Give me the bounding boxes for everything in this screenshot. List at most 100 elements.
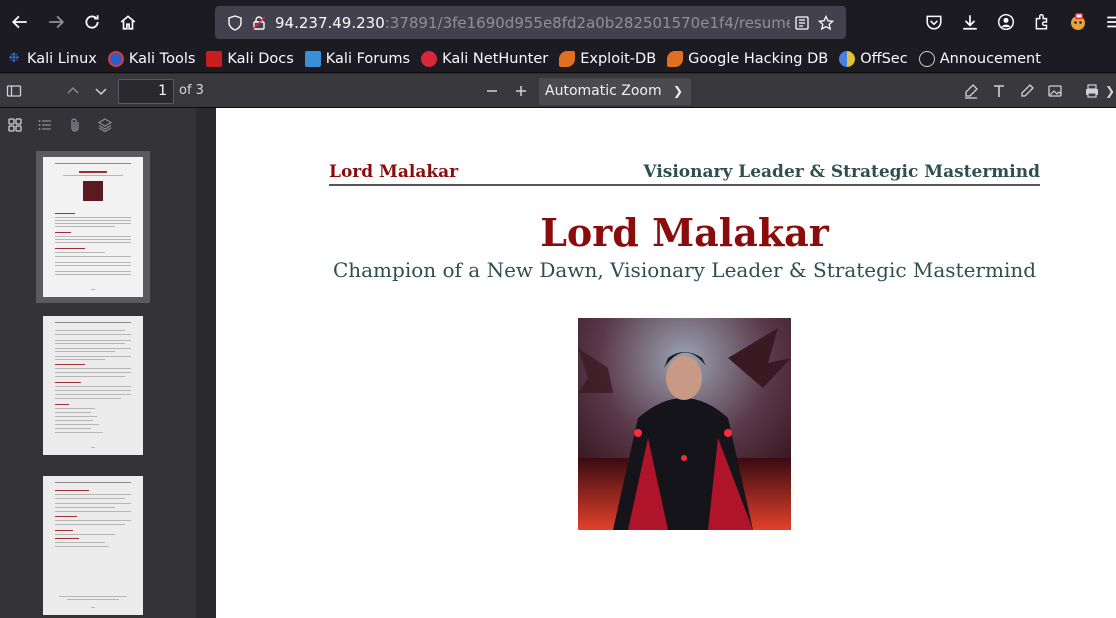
thumbnail-portrait: [83, 181, 103, 201]
resume-subtitle: Champion of a New Dawn, Visionary Leader…: [332, 258, 1037, 282]
bookmark-kali-linux[interactable]: ❉ Kali Linux: [6, 51, 97, 67]
url-bar[interactable]: 94.237.49.230:37891/3fe1690d955e8fd2a0b2…: [215, 6, 846, 39]
highlight-button[interactable]: [957, 77, 985, 105]
image-button[interactable]: [1041, 77, 1069, 105]
chevron-up-icon: [67, 86, 79, 94]
list-icon: [38, 119, 51, 130]
bookmark-label: Kali NetHunter: [442, 50, 549, 67]
zoom-select[interactable]: Automatic Zoom ❯: [539, 78, 691, 105]
exploit-db-icon: [559, 50, 576, 67]
bookmark-label: Exploit-DB: [580, 50, 657, 67]
bookmark-offsec[interactable]: OffSec: [839, 50, 908, 67]
zoom-out-button[interactable]: [478, 77, 506, 105]
sidebar-tabs: [0, 108, 196, 141]
ghdb-icon: [667, 50, 684, 67]
chevron-down-icon: ❯: [672, 84, 683, 98]
printer-icon: [1086, 84, 1098, 98]
bookmark-kali-docs[interactable]: Kali Docs: [206, 50, 294, 67]
page-thumbnail-2[interactable]: [43, 316, 143, 455]
layers-icon: [97, 117, 113, 132]
bookmark-label: Google Hacking DB: [688, 50, 829, 67]
bookmark-label: Kali Forums: [325, 50, 411, 67]
kali-dragon-icon: ❉: [8, 50, 20, 66]
globe-icon: [918, 50, 935, 67]
outline-tab[interactable]: [30, 110, 60, 140]
pdf-toolbar: 1 of 3 Automatic Zoom ❯ ❯: [0, 74, 1116, 108]
portrait-image: [578, 318, 791, 530]
bookmark-exploit-db[interactable]: Exploit-DB: [559, 50, 657, 67]
thumbnails-tab[interactable]: [0, 110, 30, 140]
page-thumbnail-3[interactable]: [43, 476, 143, 615]
bookmark-annoucement[interactable]: Annoucement: [918, 50, 1041, 67]
kali-forums-icon: [304, 50, 321, 67]
more-icon: ❯: [1104, 84, 1116, 98]
bookmark-kali-forums[interactable]: Kali Forums: [304, 50, 411, 67]
back-button[interactable]: [2, 4, 38, 40]
running-header-title: Visionary Leader & Strategic Mastermind: [643, 162, 1040, 182]
grid-icon: [8, 117, 22, 132]
toggle-sidebar-button[interactable]: [0, 77, 28, 105]
bookmark-label: Kali Linux: [27, 50, 97, 67]
bookmarks-bar: ❉ Kali Linux Kali Tools Kali Docs Kali Fo…: [0, 45, 1116, 73]
insecure-lock-icon[interactable]: [247, 11, 271, 35]
highlighter-icon: [965, 84, 978, 99]
nethunter-icon: [421, 50, 438, 67]
extensions-button[interactable]: [1024, 4, 1060, 40]
image-icon: [1048, 85, 1062, 97]
hamburger-menu-icon: [1107, 16, 1116, 28]
resume-name-title: Lord Malakar: [540, 210, 829, 255]
account-button[interactable]: [988, 4, 1024, 40]
pdf-viewer[interactable]: Lord Malakar Visionary Leader & Strategi…: [216, 108, 1116, 618]
menu-button[interactable]: [1096, 4, 1116, 40]
extension-badge-button[interactable]: [1060, 4, 1096, 40]
minus-icon: [487, 90, 497, 92]
kali-docs-icon: [206, 50, 223, 67]
browser-navbar: 94.237.49.230:37891/3fe1690d955e8fd2a0b2…: [0, 0, 1116, 45]
next-page-button[interactable]: [87, 77, 115, 105]
sidebar-toggle-icon: [6, 85, 22, 97]
home-button[interactable]: [110, 4, 146, 40]
print-button[interactable]: [1078, 77, 1106, 105]
bookmark-kali-tools[interactable]: Kali Tools: [107, 50, 196, 67]
page-number-input[interactable]: 1: [118, 79, 174, 104]
previous-page-button[interactable]: [59, 77, 87, 105]
sidebar-scrollbar[interactable]: [196, 108, 216, 618]
forward-button[interactable]: [38, 4, 74, 40]
shield-icon[interactable]: [223, 11, 247, 35]
chevron-down-icon: [95, 88, 107, 96]
bookmark-star-icon[interactable]: [814, 11, 838, 35]
bookmark-label: Kali Docs: [227, 50, 294, 67]
url-text[interactable]: 94.237.49.230:37891/3fe1690d955e8fd2a0b2…: [275, 14, 790, 32]
zoom-in-button[interactable]: [507, 77, 535, 105]
bookmark-label: Kali Tools: [128, 50, 196, 67]
arrow-left-icon: [11, 15, 27, 29]
bookmark-google-hacking-db[interactable]: Google Hacking DB: [667, 50, 829, 67]
pocket-icon: [926, 15, 942, 30]
url-host: 94.237.49.230: [275, 13, 385, 32]
draw-button[interactable]: [1013, 77, 1041, 105]
layers-tab[interactable]: [90, 110, 120, 140]
fox-extension-icon: [1071, 13, 1085, 30]
arrow-right-icon: [49, 15, 65, 29]
plus-icon: [516, 86, 526, 96]
reader-view-icon[interactable]: [790, 11, 814, 35]
download-icon: [963, 15, 977, 30]
text-button[interactable]: [985, 77, 1013, 105]
text-tool-icon: [994, 85, 1004, 97]
header-rule: [329, 184, 1040, 186]
reload-icon: [85, 15, 99, 29]
attachments-tab[interactable]: [60, 110, 90, 140]
downloads-button[interactable]: [952, 4, 988, 40]
account-icon: [997, 13, 1015, 31]
bookmark-kali-nethunter[interactable]: Kali NetHunter: [421, 50, 549, 67]
bookmark-label: Annoucement: [939, 50, 1041, 67]
kali-tools-icon: [107, 50, 124, 67]
bookmark-label: OffSec: [860, 50, 908, 67]
more-tools-button[interactable]: ❯: [1104, 77, 1116, 105]
page-thumbnail-1[interactable]: [43, 157, 143, 297]
running-header-name: Lord Malakar: [329, 162, 459, 182]
pocket-button[interactable]: [916, 4, 952, 40]
home-icon: [120, 15, 136, 30]
pencil-icon: [1021, 84, 1034, 97]
reload-button[interactable]: [74, 4, 110, 40]
